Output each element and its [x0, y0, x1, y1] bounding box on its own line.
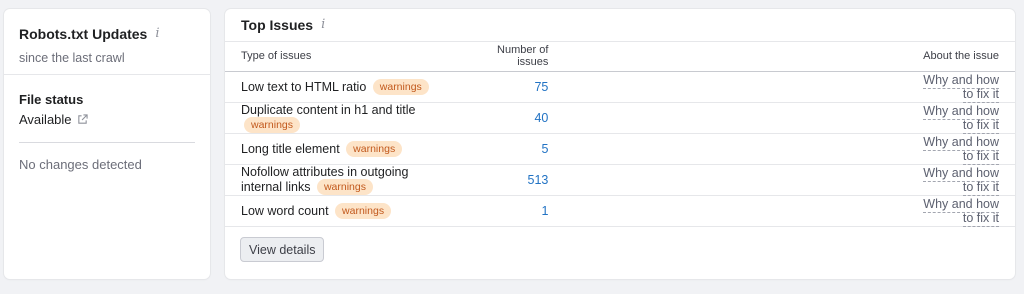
issue-about-cell: Why and how to fix it — [901, 102, 1015, 134]
why-fix-link[interactable]: Why and how to fix it — [923, 134, 999, 165]
column-header-type: Type of issues — [225, 42, 465, 72]
table-row: Nofollow attributes in outgoing internal… — [225, 164, 1015, 196]
table-row: Low text to HTML ratio warnings 75 Why a… — [225, 71, 1015, 103]
issue-about-cell: Why and how to fix it — [901, 164, 1015, 196]
issue-name: Low text to HTML ratio — [241, 79, 367, 94]
file-status-value[interactable]: Available — [19, 112, 72, 127]
issue-name-cell: Nofollow attributes in outgoing internal… — [225, 164, 465, 196]
table-row: Long title element warnings 5 Why and ho… — [225, 133, 1015, 165]
issue-about-cell: Why and how to fix it — [901, 133, 1015, 165]
warnings-badge: warnings — [372, 78, 429, 95]
issue-name: Low word count — [241, 203, 329, 218]
issue-count-link[interactable]: 1 — [464, 195, 902, 227]
divider — [4, 74, 210, 75]
file-status-label: File status — [19, 92, 84, 107]
why-fix-link[interactable]: Why and how to fix it — [923, 165, 999, 196]
robots-updates-card: Robots.txt Updates i since the last craw… — [4, 9, 210, 279]
why-fix-link[interactable]: Why and how to fix it — [923, 72, 999, 103]
table-row: Duplicate content in h1 and title warnin… — [225, 102, 1015, 134]
changes-status: No changes detected — [19, 157, 142, 172]
top-issues-card: Top Issues i Type of issues Number of is… — [225, 9, 1015, 279]
warnings-badge: warnings — [244, 116, 301, 133]
column-header-count: Number of issues — [464, 42, 902, 72]
robots-title: Robots.txt Updates — [19, 26, 148, 42]
info-icon[interactable]: i — [321, 18, 331, 31]
external-link-icon[interactable] — [77, 114, 88, 125]
issue-about-cell: Why and how to fix it — [901, 195, 1015, 227]
warnings-badge: warnings — [316, 178, 373, 195]
why-fix-link[interactable]: Why and how to fix it — [923, 103, 999, 134]
issue-about-cell: Why and how to fix it — [901, 71, 1015, 103]
issue-count-link[interactable]: 513 — [464, 164, 902, 196]
robots-title-row: Robots.txt Updates i — [19, 26, 165, 42]
top-issues-title: Top Issues — [241, 17, 314, 33]
issue-count-link[interactable]: 40 — [464, 102, 902, 134]
warnings-badge: warnings — [346, 140, 403, 157]
column-header-about: About the issue — [901, 42, 1015, 72]
issue-count-link[interactable]: 5 — [464, 133, 902, 165]
issue-name-cell: Low word count warnings — [225, 195, 465, 227]
info-icon[interactable]: i — [155, 27, 165, 40]
table-row: Low word count warnings 1 Why and how to… — [225, 195, 1015, 227]
issue-name: Long title element — [241, 141, 340, 156]
top-issues-title-row: Top Issues i — [241, 17, 331, 33]
issue-name-cell: Duplicate content in h1 and title warnin… — [225, 102, 465, 134]
file-status-value-row[interactable]: Available — [19, 112, 88, 127]
divider — [19, 142, 195, 143]
issue-name-cell: Low text to HTML ratio warnings — [225, 71, 465, 103]
warnings-badge: warnings — [335, 202, 392, 219]
why-fix-link[interactable]: Why and how to fix it — [923, 196, 999, 227]
table-header-row: Type of issues Number of issues About th… — [225, 42, 1015, 72]
issues-table: Type of issues Number of issues About th… — [225, 42, 1015, 227]
issue-count-link[interactable]: 75 — [464, 71, 902, 103]
issue-name-cell: Long title element warnings — [225, 133, 465, 165]
issue-name: Duplicate content in h1 and title — [241, 102, 416, 117]
view-details-button[interactable]: View details — [240, 237, 325, 262]
robots-subtitle: since the last crawl — [19, 51, 125, 65]
